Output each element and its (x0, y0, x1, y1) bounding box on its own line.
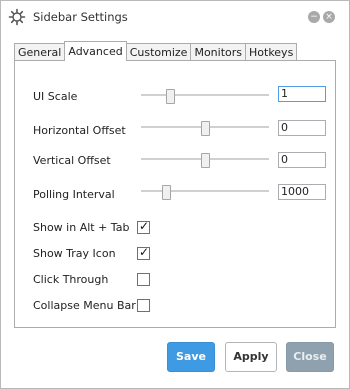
close-button[interactable]: Close (286, 342, 334, 372)
minus-icon: − (310, 12, 318, 22)
horizontal-offset-label: Horizontal Offset (33, 124, 126, 137)
click-through-label: Click Through (33, 273, 109, 286)
click-through-checkbox[interactable] (137, 273, 150, 286)
tab-customize[interactable]: Customize (125, 43, 192, 61)
horizontal-offset-input[interactable]: 0 (278, 120, 326, 136)
slider-thumb[interactable] (201, 121, 210, 136)
close-window-button[interactable]: × (323, 11, 335, 23)
apply-button[interactable]: Apply (225, 342, 277, 372)
slider-track (141, 190, 269, 192)
tab-monitors[interactable]: Monitors (190, 43, 246, 61)
ui-scale-slider[interactable] (141, 89, 269, 104)
slider-track (141, 94, 269, 96)
polling-interval-slider[interactable] (141, 185, 269, 200)
tab-hotkeys[interactable]: Hotkeys (245, 43, 298, 61)
close-icon: × (325, 12, 333, 22)
slider-thumb[interactable] (166, 89, 175, 104)
settings-window: Sidebar Settings − × General Advanced Cu… (0, 0, 350, 389)
horizontal-offset-slider[interactable] (141, 121, 269, 136)
advanced-panel: UI Scale 1 Horizontal Offset 0 Vertical … (14, 60, 336, 328)
ui-scale-input[interactable]: 1 (278, 86, 326, 102)
collapse-menu-bar-checkbox[interactable] (137, 299, 150, 312)
show-tray-icon-label: Show Tray Icon (33, 247, 116, 260)
collapse-menu-bar-label: Collapse Menu Bar (33, 299, 136, 312)
slider-thumb[interactable] (201, 153, 210, 168)
checkmark-icon: ✓ (139, 245, 150, 259)
window-title: Sidebar Settings (33, 10, 128, 24)
show-alt-tab-label: Show in Alt + Tab (33, 221, 130, 234)
vertical-offset-slider[interactable] (141, 153, 269, 168)
save-button[interactable]: Save (167, 342, 215, 372)
slider-thumb[interactable] (162, 185, 171, 200)
tab-advanced[interactable]: Advanced (64, 41, 127, 61)
checkmark-icon: ✓ (139, 219, 150, 233)
vertical-offset-input[interactable]: 0 (278, 152, 326, 168)
gear-icon (8, 8, 26, 26)
minimize-button[interactable]: − (308, 11, 320, 23)
show-tray-icon-checkbox[interactable]: ✓ (137, 245, 150, 260)
ui-scale-label: UI Scale (33, 90, 78, 103)
tab-bar: General Advanced Customize Monitors Hotk… (14, 41, 298, 61)
polling-interval-label: Polling Interval (33, 188, 115, 201)
title-bar[interactable]: Sidebar Settings − × (1, 1, 349, 33)
show-alt-tab-checkbox[interactable]: ✓ (137, 219, 150, 234)
polling-interval-input[interactable]: 1000 (278, 184, 326, 200)
vertical-offset-label: Vertical Offset (33, 154, 111, 167)
tab-general[interactable]: General (14, 43, 66, 61)
